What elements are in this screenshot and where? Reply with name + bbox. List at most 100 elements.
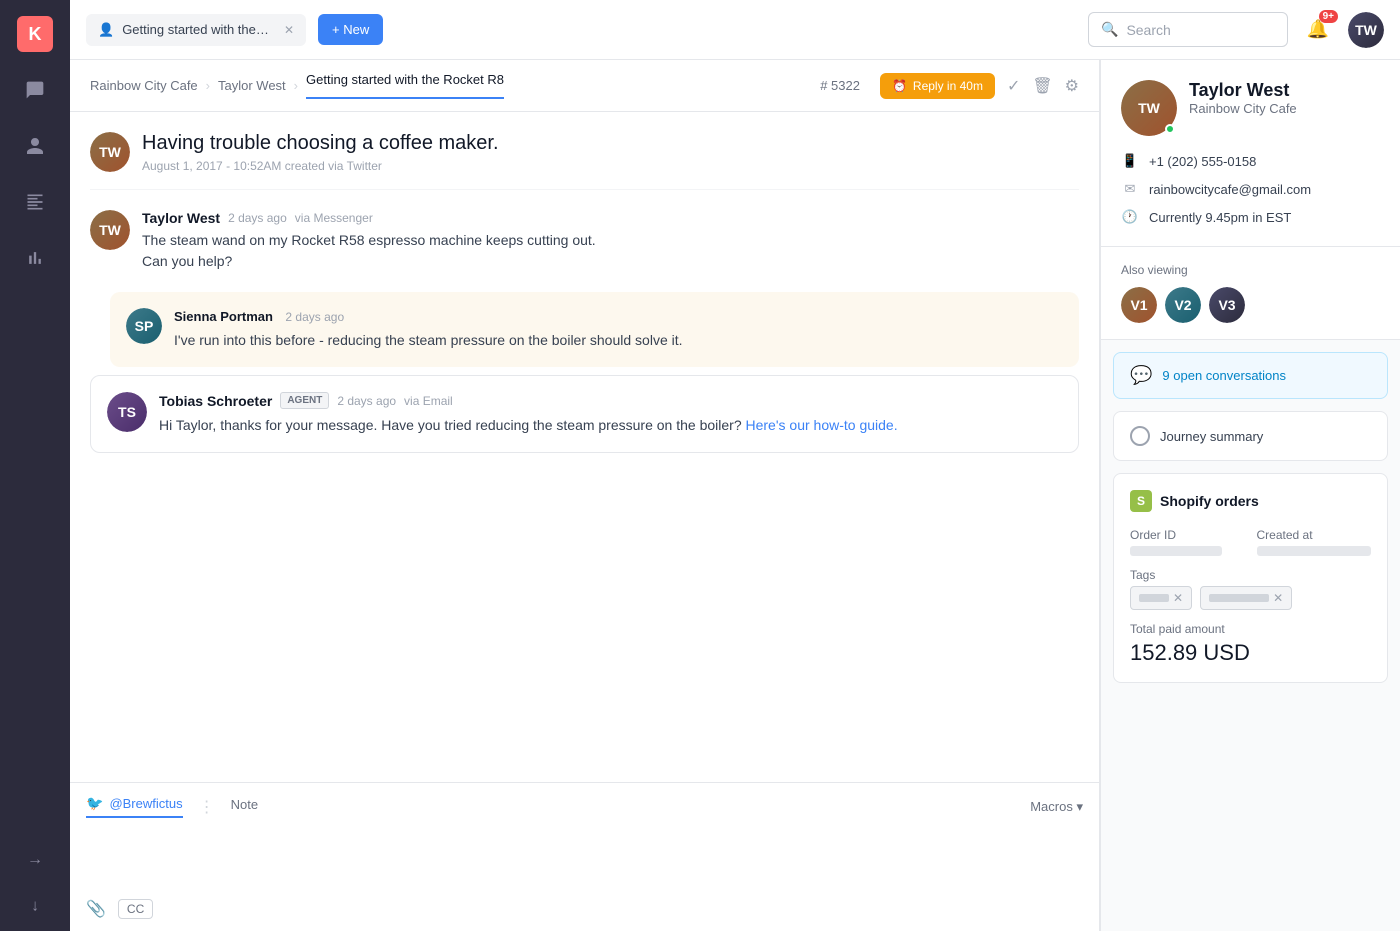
reply-author: Sienna Portman	[174, 309, 273, 324]
macros-button[interactable]: Macros ▾	[1030, 799, 1083, 815]
attach-icon[interactable]: 📎	[86, 899, 106, 919]
shopify-order-id-value	[1130, 546, 1222, 556]
compose-tab-note[interactable]: Note	[231, 797, 258, 816]
agent-reply-avatar: SP	[126, 308, 162, 344]
reply-time: 2 days ago	[285, 310, 344, 324]
agent-message-content: Tobias Schroeter AGENT 2 days ago via Em…	[159, 392, 1062, 436]
sidebar: K → ↑	[0, 0, 70, 931]
shopify-created-at-field: Created at	[1257, 528, 1372, 556]
check-icon[interactable]: ✓	[1007, 76, 1020, 96]
clock-timezone-icon: 🕐	[1121, 208, 1139, 226]
search-box[interactable]: 🔍 Search	[1088, 12, 1288, 47]
breadcrumb-company[interactable]: Rainbow City Cafe	[90, 78, 198, 93]
breadcrumb-contact[interactable]: Taylor West	[218, 78, 286, 93]
conversation-tab[interactable]: 👤 Getting started with the R... ✕	[86, 14, 306, 46]
contact-name: Taylor West	[1189, 80, 1297, 101]
clock-icon: ⏰	[892, 79, 907, 93]
journey-icon	[1130, 426, 1150, 446]
conversation-title: Having trouble choosing a coffee maker.	[142, 132, 499, 155]
new-button[interactable]: + New	[318, 14, 383, 45]
breadcrumb-sep-1: ›	[206, 78, 210, 93]
contact-avatar-wrap: TW	[1121, 80, 1177, 136]
sidebar-item-contacts[interactable]	[17, 128, 53, 164]
customer-message-text2: Can you help?	[142, 251, 1079, 272]
notification-button[interactable]: 🔔 9+	[1300, 12, 1336, 48]
contact-timezone: Currently 9.45pm in EST	[1149, 210, 1291, 225]
agent-name: Tobias Schroeter	[159, 393, 272, 409]
shopify-order-row: Order ID Created at	[1130, 528, 1371, 556]
cc-button[interactable]: CC	[118, 899, 153, 919]
customer-avatar-header: TW	[90, 132, 130, 172]
journey-summary-label: Journey summary	[1160, 429, 1263, 444]
internal-reply: SP Sienna Portman 2 days ago I've run in…	[110, 292, 1079, 367]
viewer-avatar-1: V1	[1121, 287, 1157, 323]
agent-avatar: TS	[107, 392, 147, 432]
sidebar-expand-arrow[interactable]: →	[27, 851, 43, 869]
open-conversations-count: 9 open conversations	[1162, 368, 1286, 383]
customer-message-content: Taylor West 2 days ago via Messenger The…	[142, 210, 1079, 272]
contact-phone: +1 (202) 555-0158	[1149, 154, 1256, 169]
compose-area: 🐦 @Brewfictus ⋮ Note Macros ▾	[70, 782, 1099, 931]
conversation-panel: Rainbow City Cafe › Taylor West › Gettin…	[70, 60, 1100, 931]
twitter-icon: 🐦	[86, 795, 103, 812]
user-avatar-button[interactable]: TW	[1348, 12, 1384, 48]
user-avatar: TW	[1348, 12, 1384, 48]
sidebar-logo[interactable]: K	[17, 16, 53, 52]
customer-avatar: TW	[90, 210, 130, 250]
email-icon: ✉	[1121, 180, 1139, 198]
shopify-order-id-label: Order ID	[1130, 528, 1245, 542]
sidebar-collapse-arrow[interactable]: ↑	[31, 897, 39, 915]
shopify-tags-label: Tags	[1130, 568, 1371, 582]
breadcrumb: Rainbow City Cafe › Taylor West › Gettin…	[70, 60, 1099, 112]
compose-tab-reply[interactable]: 🐦 @Brewfictus	[86, 795, 183, 818]
messages-area: TW Having trouble choosing a coffee make…	[70, 112, 1099, 782]
customer-message: TW Taylor West 2 days ago via Messenger …	[90, 210, 1079, 272]
viewer-avatar-3: V3	[1209, 287, 1245, 323]
conversation-meta: August 1, 2017 - 10:52AM created via Twi…	[142, 159, 499, 173]
online-status-dot	[1165, 124, 1175, 134]
delete-icon[interactable]: 🗑	[1032, 76, 1052, 96]
total-paid-label: Total paid amount	[1130, 622, 1371, 636]
shopify-header: S Shopify orders	[1130, 490, 1371, 512]
breadcrumb-actions: ⏰ Reply in 40m ✓ 🗑 ⚙	[880, 73, 1079, 99]
sidebar-item-inbox[interactable]	[17, 72, 53, 108]
reply-timer-button[interactable]: ⏰ Reply in 40m	[880, 73, 995, 99]
contact-card: TW Taylor West Rainbow City Cafe 📱 +1 (	[1101, 60, 1400, 247]
notification-badge: 9+	[1319, 10, 1338, 23]
contact-company: Rainbow City Cafe	[1189, 101, 1297, 116]
open-conversations-button[interactable]: 💬 9 open conversations	[1113, 352, 1388, 399]
shopify-tags-section: Tags ✕ ✕	[1130, 568, 1371, 610]
customer-message-time: 2 days ago	[228, 211, 287, 225]
compose-tabs: 🐦 @Brewfictus ⋮ Note Macros ▾	[86, 795, 1083, 818]
tab-close-button[interactable]: ✕	[284, 23, 294, 37]
also-viewing-label: Also viewing	[1121, 263, 1380, 277]
contact-email: rainbowcitycafe@gmail.com	[1149, 182, 1311, 197]
top-bar: 👤 Getting started with the R... ✕ + New …	[70, 0, 1400, 60]
journey-summary-button[interactable]: Journey summary	[1113, 411, 1388, 461]
tab-title: Getting started with the R...	[122, 22, 272, 37]
contact-info: 📱 +1 (202) 555-0158 ✉ rainbowcitycafe@gm…	[1121, 152, 1380, 226]
sidebar-item-reports[interactable]	[17, 184, 53, 220]
tag-chip-1-remove[interactable]: ✕	[1173, 591, 1183, 605]
search-icon: 🔍	[1101, 21, 1118, 38]
contact-phone-row: 📱 +1 (202) 555-0158	[1121, 152, 1380, 170]
shopify-icon: S	[1130, 490, 1152, 512]
settings-icon[interactable]: ⚙	[1065, 76, 1079, 96]
tag-chip-2-remove[interactable]: ✕	[1273, 591, 1283, 605]
agent-link[interactable]: Here's our how-to guide.	[746, 417, 898, 433]
chat-icon: 💬	[1130, 365, 1152, 386]
shopify-section: S Shopify orders Order ID Created at	[1113, 473, 1388, 683]
total-paid-amount: 152.89 USD	[1130, 640, 1371, 666]
compose-input[interactable]	[86, 826, 1083, 886]
compose-footer: 📎 CC	[86, 899, 1083, 919]
total-paid-section: Total paid amount 152.89 USD	[1130, 622, 1371, 666]
agent-badge: AGENT	[280, 392, 329, 409]
contact-header: TW Taylor West Rainbow City Cafe	[1121, 80, 1380, 136]
agent-message: TS Tobias Schroeter AGENT 2 days ago via…	[90, 375, 1079, 453]
tags-row: ✕ ✕	[1130, 586, 1371, 610]
breadcrumb-current: Getting started with the Rocket R8	[306, 72, 504, 99]
sidebar-item-analytics[interactable]	[17, 240, 53, 276]
also-viewing-section: Also viewing V1 V2 V3	[1101, 247, 1400, 340]
agent-message-text: Hi Taylor, thanks for your message. Have…	[159, 415, 1062, 436]
contact-timezone-row: 🕐 Currently 9.45pm in EST	[1121, 208, 1380, 226]
